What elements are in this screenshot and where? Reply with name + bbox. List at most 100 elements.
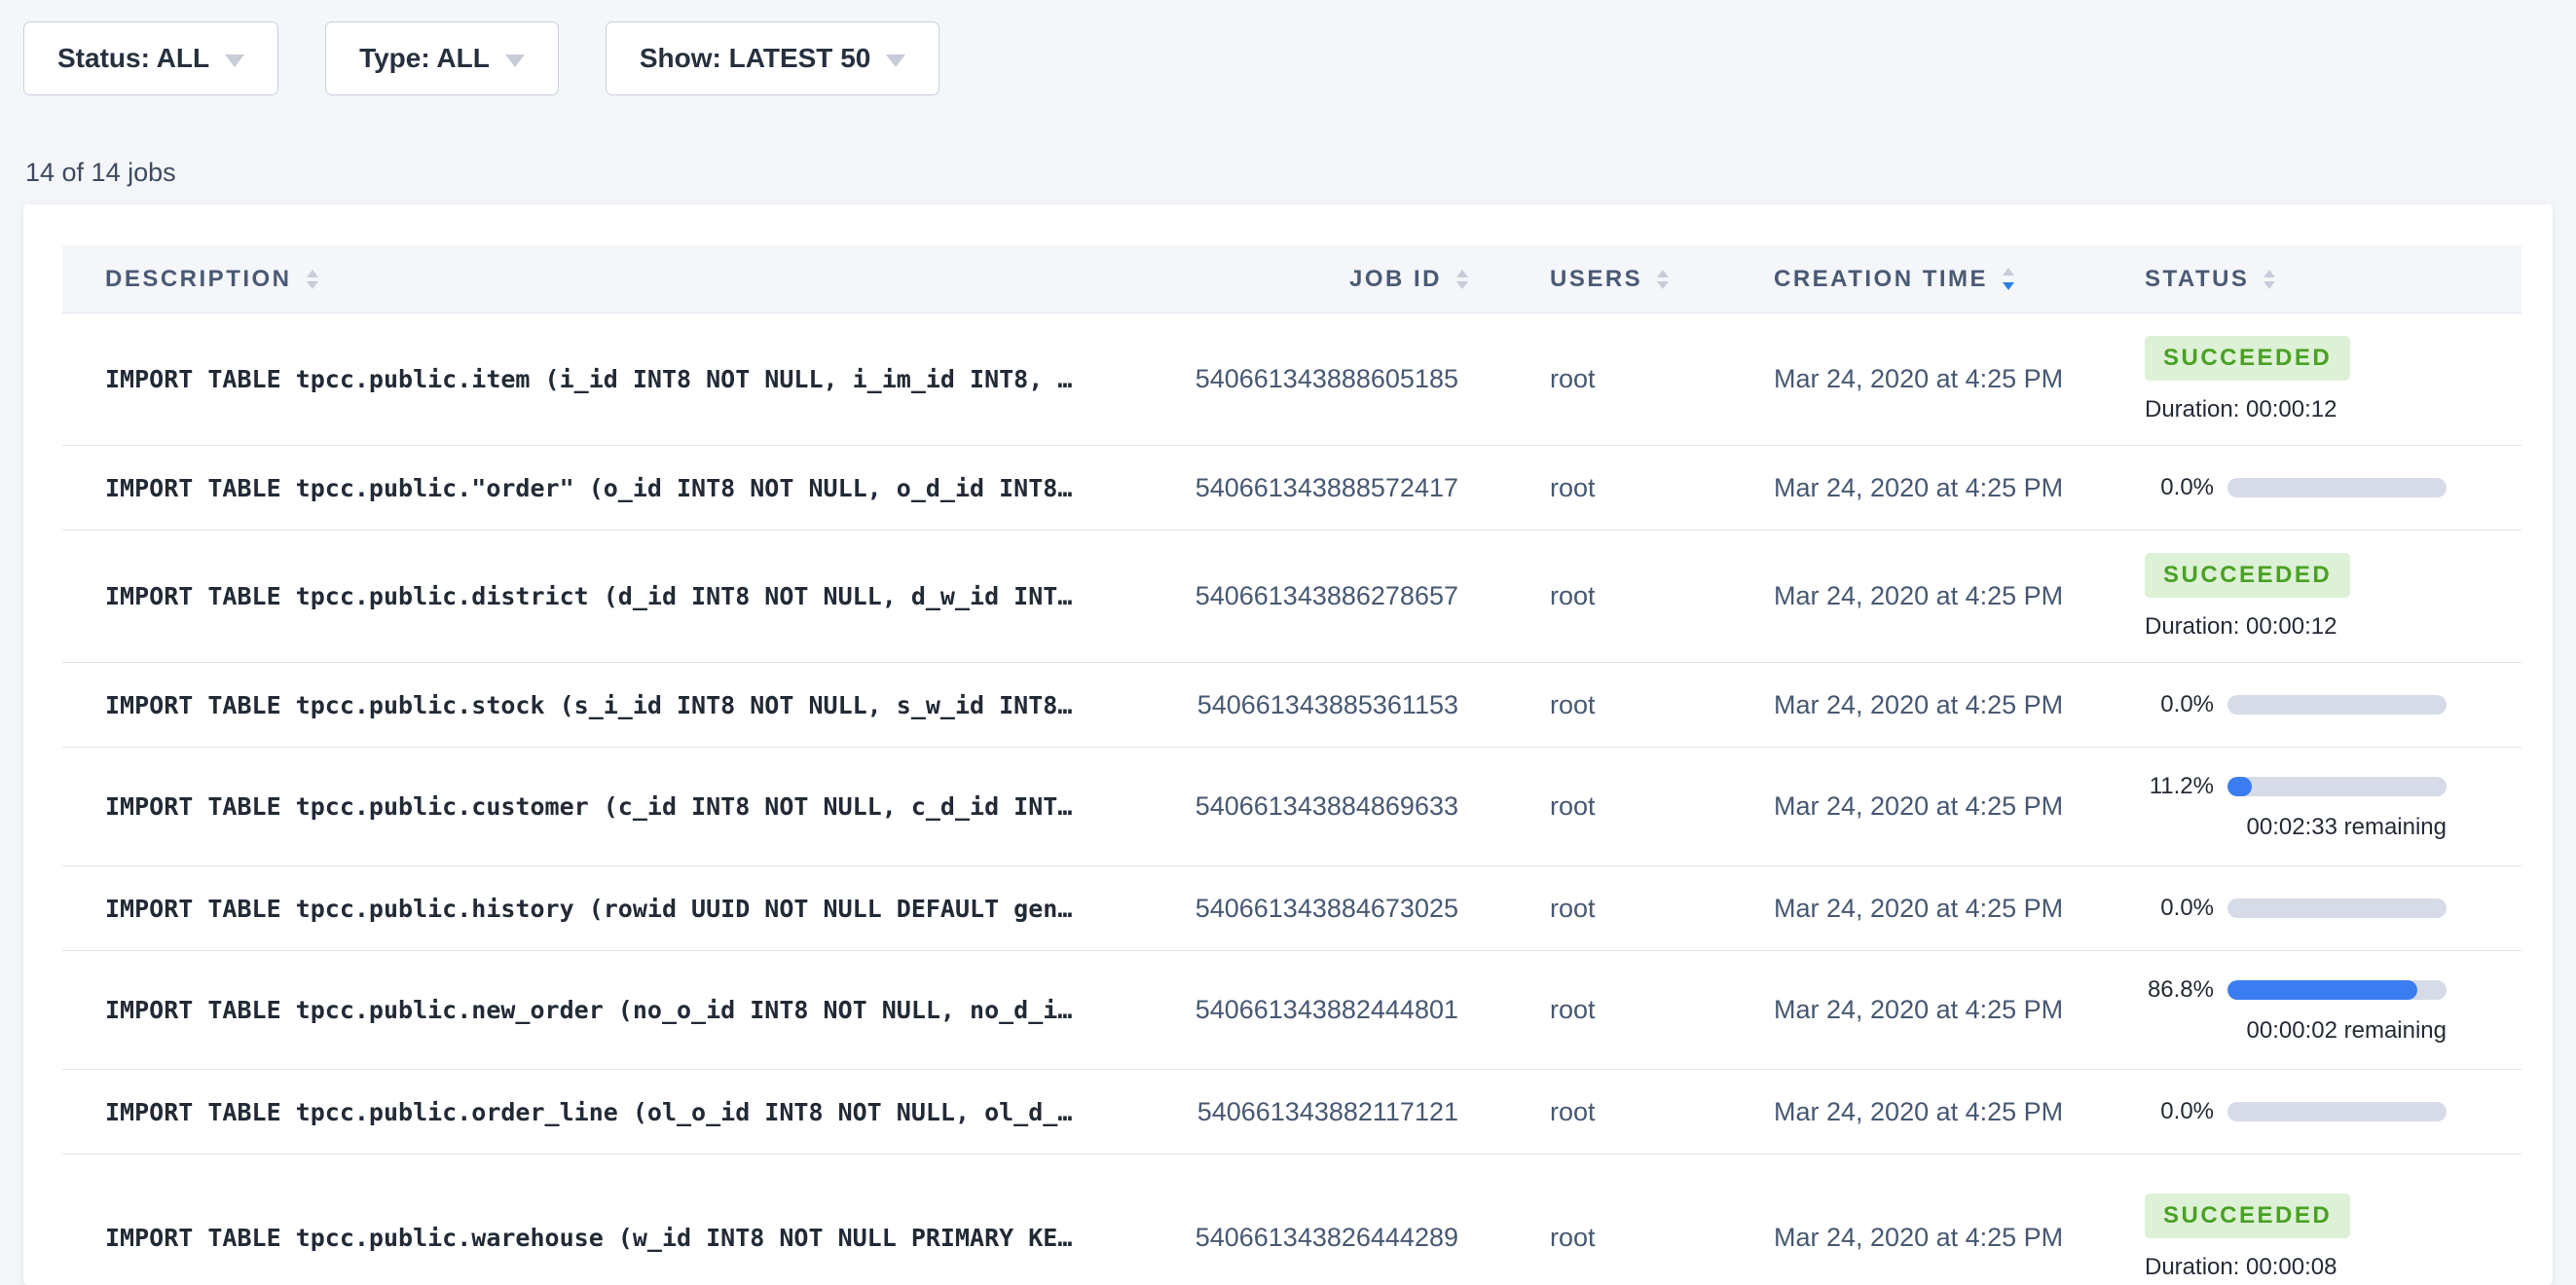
job-id: 540661343888605185 (1188, 364, 1470, 394)
job-description: IMPORT TABLE tpcc.public.district (d_id … (62, 582, 1188, 610)
sort-asc-icon (1456, 270, 1468, 277)
status-progress: 0.0% (2145, 474, 2447, 501)
job-status-cell: SUCCEEDED Duration: 00:00:12 (2069, 553, 2521, 641)
progress-bar (2227, 777, 2447, 796)
type-filter-dropdown[interactable]: Type: ALL (325, 21, 559, 95)
status-filter-label: Status: ALL (57, 43, 209, 74)
progress-remaining: 00:00:02 remaining (2247, 1017, 2447, 1045)
type-filter-label: Type: ALL (359, 43, 490, 74)
sort-arrows-icon (1657, 270, 1669, 289)
job-user: root (1470, 364, 1694, 394)
job-user: root (1470, 581, 1694, 611)
status-filter-dropdown[interactable]: Status: ALL (23, 21, 278, 95)
job-status-cell: 0.0% (2069, 474, 2521, 501)
progress-bar (2227, 1102, 2447, 1121)
progress-bar (2227, 478, 2447, 497)
job-user: root (1470, 1097, 1694, 1127)
job-status-cell: SUCCEEDED Duration: 00:00:08 (2069, 1193, 2521, 1281)
job-creation-time: Mar 24, 2020 at 4:25 PM (1694, 1097, 2069, 1127)
job-id: 540661343884673025 (1188, 894, 1470, 924)
job-description: IMPORT TABLE tpcc.public.order_line (ol_… (62, 1098, 1188, 1126)
status-duration: Duration: 00:00:12 (2145, 396, 2337, 423)
show-filter-dropdown[interactable]: Show: LATEST 50 (606, 21, 940, 95)
job-status-cell: 0.0% (2069, 895, 2521, 922)
progress-remaining: 00:02:33 remaining (2247, 814, 2447, 841)
job-id: 540661343885361153 (1188, 690, 1470, 720)
job-id: 540661343882117121 (1188, 1097, 1470, 1127)
progress-percent: 0.0% (2145, 1098, 2214, 1125)
table-row: IMPORT TABLE tpcc.public.customer (c_id … (62, 748, 2521, 866)
status-succeeded: SUCCEEDED Duration: 00:00:12 (2145, 336, 2521, 423)
progress-percent: 11.2% (2145, 773, 2214, 800)
job-id: 540661343884869633 (1188, 791, 1470, 822)
progress-bar-fill (2227, 980, 2417, 1000)
table-body: IMPORT TABLE tpcc.public.item (i_id INT8… (62, 313, 2521, 1285)
filter-bar: Status: ALL Type: ALL Show: LATEST 50 (23, 21, 986, 95)
table-row: IMPORT TABLE tpcc.public.order_line (ol_… (62, 1070, 2521, 1155)
job-creation-time: Mar 24, 2020 at 4:25 PM (1694, 791, 2069, 822)
table-row: IMPORT TABLE tpcc.public.item (i_id INT8… (62, 313, 2521, 446)
job-user: root (1470, 473, 1694, 503)
job-description: IMPORT TABLE tpcc.public.new_order (no_o… (62, 996, 1188, 1024)
job-description: IMPORT TABLE tpcc.public.stock (s_i_id I… (62, 691, 1188, 719)
table-row: IMPORT TABLE tpcc.public.history (rowid … (62, 866, 2521, 951)
job-user: root (1470, 995, 1694, 1025)
column-header-creation_time[interactable]: CREATION TIME (1694, 266, 2069, 293)
job-description: IMPORT TABLE tpcc.public.customer (c_id … (62, 792, 1188, 821)
job-creation-time: Mar 24, 2020 at 4:25 PM (1694, 473, 2069, 503)
progress-percent: 0.0% (2145, 691, 2214, 718)
progress-percent: 0.0% (2145, 474, 2214, 501)
table-row: IMPORT TABLE tpcc.public.new_order (no_o… (62, 951, 2521, 1070)
chevron-down-icon (886, 55, 905, 67)
job-description: IMPORT TABLE tpcc.public.history (rowid … (62, 895, 1188, 923)
table-row: IMPORT TABLE tpcc.public.district (d_id … (62, 531, 2521, 663)
sort-desc-icon (2263, 281, 2275, 289)
job-id: 540661343888572417 (1188, 473, 1470, 503)
progress-bar (2227, 980, 2447, 1000)
job-description: IMPORT TABLE tpcc.public."order" (o_id I… (62, 474, 1188, 502)
job-description: IMPORT TABLE tpcc.public.item (i_id INT8… (62, 365, 1188, 393)
job-status-cell: 86.8% 00:00:02 remaining (2069, 976, 2521, 1045)
sort-desc-icon (1657, 281, 1669, 289)
job-creation-time: Mar 24, 2020 at 4:25 PM (1694, 894, 2069, 924)
status-succeeded: SUCCEEDED Duration: 00:00:08 (2145, 1193, 2521, 1281)
job-status-cell: 0.0% (2069, 1098, 2521, 1125)
sort-asc-icon (1657, 270, 1669, 277)
column-header-description[interactable]: DESCRIPTION (62, 266, 1188, 293)
progress-percent: 86.8% (2145, 976, 2214, 1004)
sort-desc-icon (1456, 281, 1468, 289)
sort-asc-icon (2263, 270, 2275, 277)
sort-asc-icon (307, 270, 318, 277)
chevron-down-icon (225, 55, 244, 67)
job-creation-time: Mar 24, 2020 at 4:25 PM (1694, 1223, 2069, 1253)
job-user: root (1470, 894, 1694, 924)
progress-percent: 0.0% (2145, 895, 2214, 922)
sort-arrows-icon (2263, 270, 2275, 289)
jobs-table-card: DESCRIPTION JOB ID USERS CREATION TIME S… (23, 204, 2553, 1285)
job-user: root (1470, 1223, 1694, 1253)
job-id: 540661343826444289 (1188, 1223, 1470, 1253)
status-progress: 86.8% 00:00:02 remaining (2145, 976, 2447, 1045)
chevron-down-icon (505, 55, 525, 67)
job-creation-time: Mar 24, 2020 at 4:25 PM (1694, 690, 2069, 720)
column-header-status[interactable]: STATUS (2069, 266, 2521, 293)
sort-desc-icon (307, 281, 318, 289)
table-row: IMPORT TABLE tpcc.public."order" (o_id I… (62, 446, 2521, 531)
status-badge: SUCCEEDED (2145, 553, 2350, 598)
column-header-user[interactable]: USERS (1470, 266, 1694, 293)
table-row: IMPORT TABLE tpcc.public.stock (s_i_id I… (62, 663, 2521, 748)
jobs-table: DESCRIPTION JOB ID USERS CREATION TIME S… (62, 245, 2521, 1285)
status-progress: 11.2% 00:02:33 remaining (2145, 773, 2447, 841)
sort-arrows-icon (307, 270, 318, 289)
column-header-job_id[interactable]: JOB ID (1188, 266, 1470, 293)
status-succeeded: SUCCEEDED Duration: 00:00:12 (2145, 553, 2521, 641)
sort-arrows-icon (2003, 268, 2014, 290)
status-progress: 0.0% (2145, 895, 2447, 922)
job-id: 540661343882444801 (1188, 995, 1470, 1025)
job-creation-time: Mar 24, 2020 at 4:25 PM (1694, 364, 2069, 394)
progress-bar-fill (2227, 777, 2252, 796)
sort-arrows-icon (1456, 270, 1468, 289)
status-progress: 0.0% (2145, 691, 2447, 718)
status-duration: Duration: 00:00:12 (2145, 613, 2337, 641)
show-filter-label: Show: LATEST 50 (640, 43, 871, 74)
